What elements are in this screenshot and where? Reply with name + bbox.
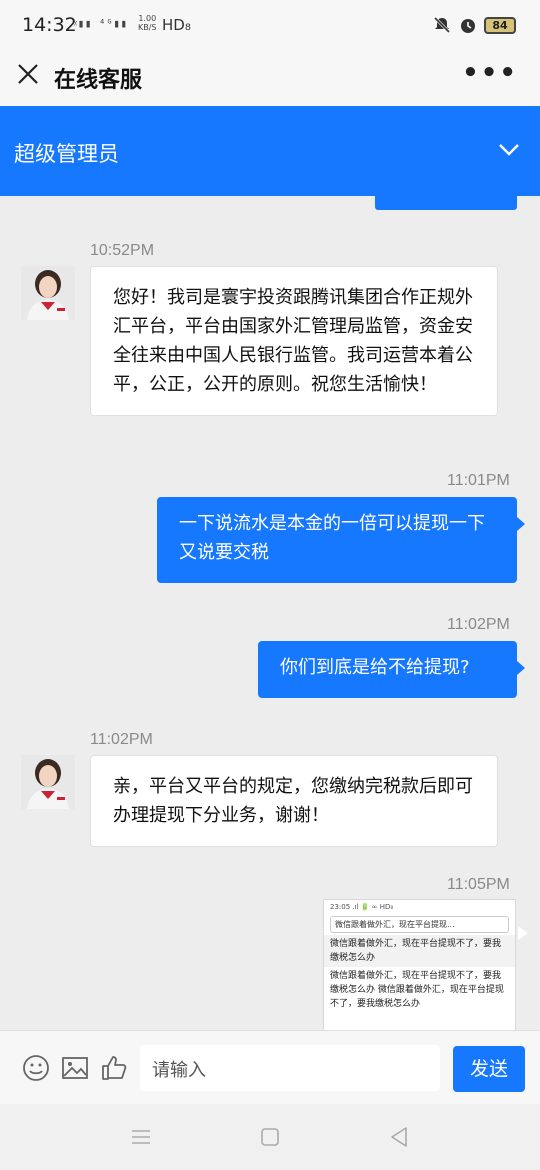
hd-indicator: HD₈	[162, 16, 191, 34]
title-bar: 在线客服 •••	[0, 52, 540, 106]
send-button[interactable]: 发送	[453, 1046, 525, 1092]
network-speed-value: 1.00	[138, 14, 157, 23]
message-time: 11:02PM	[90, 731, 153, 748]
chevron-down-icon[interactable]	[498, 138, 520, 160]
avatar[interactable]	[21, 755, 75, 809]
network-speed-unit: KB/S	[138, 23, 157, 32]
message-time: 11:01PM	[447, 472, 510, 489]
network-speed: 1.00 KB/S	[138, 14, 157, 32]
message-bubble-outgoing: 一下说流水是本金的一倍可以提现一下又说要交税	[157, 497, 525, 583]
message-time: 11:05PM	[447, 876, 510, 893]
message-bubble-outgoing: 你们到底是给不给提现?	[258, 641, 525, 698]
mute-icon	[433, 16, 451, 34]
signal-icon: ᵡ▮▮ ⁴ᴳ▮▮	[74, 17, 128, 30]
battery-icon: 84	[484, 16, 516, 34]
image-search-box: 微信跟着做外汇，现在平台提现...	[330, 916, 509, 933]
message-input-placeholder: 请输入	[152, 1060, 206, 1081]
emoji-icon[interactable]	[21, 1053, 51, 1083]
image-message[interactable]: 23:05 .ıl 🔋 ∞ HD₈ 微信跟着做外汇，现在平台提现... 微信跟着…	[323, 899, 516, 1030]
agent-name: 超级管理员	[14, 142, 119, 166]
system-nav-bar	[0, 1104, 540, 1170]
menu-icon[interactable]	[130, 1126, 152, 1148]
bubble-tail-icon	[518, 926, 528, 940]
message-input[interactable]: 请输入	[140, 1045, 440, 1091]
agent-header[interactable]: 超级管理员	[0, 106, 540, 196]
more-menu-icon[interactable]: •••	[462, 58, 518, 88]
previous-message-bubble	[375, 196, 517, 210]
message-time: 10:52PM	[90, 242, 155, 259]
close-icon[interactable]	[16, 62, 40, 86]
agent-avatar-icon	[21, 755, 75, 809]
message-bubble-incoming: 亲，平台又平台的规定，您缴纳完税款后即可办理提现下分业务，谢谢！	[90, 755, 498, 847]
image-text-line: 微信跟着做外汇，现在平台提现不了，要我缴税怎么办 微信跟着做外汇，现在平台提现不…	[330, 971, 504, 1009]
avatar[interactable]	[21, 266, 75, 320]
agent-avatar-icon	[21, 266, 75, 320]
thumbs-up-icon[interactable]	[99, 1053, 129, 1083]
home-icon[interactable]	[259, 1126, 281, 1148]
message-time: 11:02PM	[447, 616, 510, 633]
status-right: 84	[432, 15, 516, 35]
status-time: 14:32	[22, 14, 77, 36]
image-status-bar: 23:05 .ıl 🔋 ∞ HD₈	[330, 903, 394, 911]
back-icon[interactable]	[388, 1126, 410, 1148]
message-bubble-incoming: 您好！我司是寰宇投资跟腾讯集团合作正规外汇平台，平台由国家外汇管理局监管，资金安…	[90, 266, 498, 416]
alarm-icon	[461, 19, 475, 33]
image-icon[interactable]	[60, 1053, 90, 1083]
input-bar: 请输入 发送	[0, 1030, 540, 1104]
status-bar: 14:32 ᵡ▮▮ ⁴ᴳ▮▮ 1.00 KB/S HD₈ 84	[0, 0, 540, 52]
image-text-line: 微信跟着做外汇，现在平台提现不了，要我缴税怎么办	[324, 935, 515, 967]
chat-area[interactable]: 10:52PM 您好！我司是寰宇投资跟腾讯集团合作正规外汇平台，平台由国家外汇管…	[0, 196, 540, 1030]
page-title: 在线客服	[54, 68, 143, 93]
